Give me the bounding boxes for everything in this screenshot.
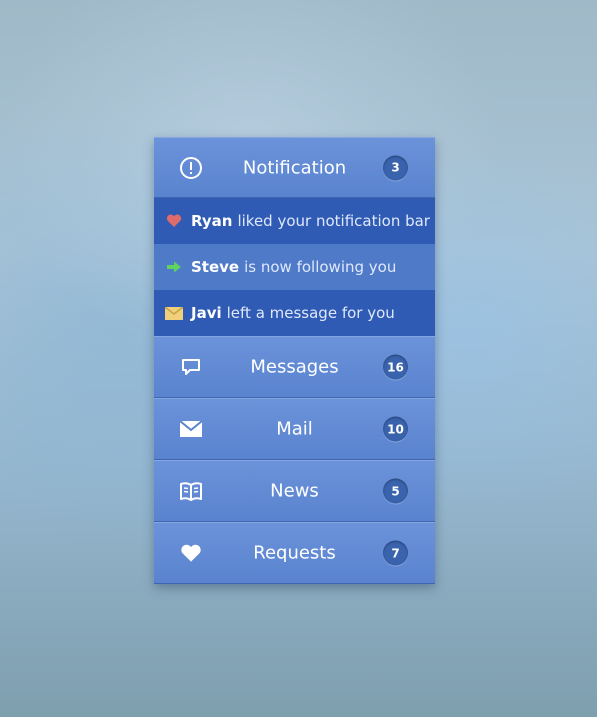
menu-item-label: Requests xyxy=(253,542,336,564)
menu-item-label: Mail xyxy=(276,418,313,440)
notification-text: left a message for you xyxy=(226,304,395,322)
count-badge: 10 xyxy=(383,416,408,442)
exclamation-circle-icon xyxy=(178,155,204,181)
heart-icon xyxy=(164,211,184,231)
notification-item-javi[interactable]: Javi left a message for you xyxy=(154,290,435,336)
notification-count-badge: 3 xyxy=(383,155,408,180)
book-icon xyxy=(178,478,204,504)
count-badge: 7 xyxy=(383,540,408,566)
menu-item-news[interactable]: News 5 xyxy=(154,460,435,522)
heart-icon xyxy=(178,540,204,566)
arrow-right-icon xyxy=(164,257,184,277)
notification-text: is now following you xyxy=(244,258,397,276)
envelope-icon xyxy=(164,303,184,323)
menu-item-label: News xyxy=(270,480,319,502)
count-badge: 16 xyxy=(383,354,408,380)
menu-item-requests[interactable]: Requests 7 xyxy=(154,522,435,584)
menu-item-messages[interactable]: Messages 16 xyxy=(154,336,435,398)
notification-user-name: Ryan xyxy=(191,212,233,230)
notification-item-steve[interactable]: Steve is now following you xyxy=(154,244,435,290)
notification-user-name: Javi xyxy=(191,304,222,322)
notification-item-ryan[interactable]: Ryan liked your notification bar xyxy=(154,198,435,244)
chat-bubble-icon xyxy=(178,354,204,380)
count-badge: 5 xyxy=(383,478,408,504)
menu-item-mail[interactable]: Mail 10 xyxy=(154,398,435,460)
envelope-icon xyxy=(178,416,204,442)
notification-text: liked your notification bar xyxy=(237,212,430,230)
notification-user-name: Steve xyxy=(191,258,240,276)
notification-title: Notification xyxy=(242,157,347,178)
notification-header[interactable]: Notification 3 xyxy=(154,137,435,198)
notification-widget: Notification 3 Ryan liked your notificat… xyxy=(154,137,435,584)
menu-item-label: Messages xyxy=(250,356,339,378)
